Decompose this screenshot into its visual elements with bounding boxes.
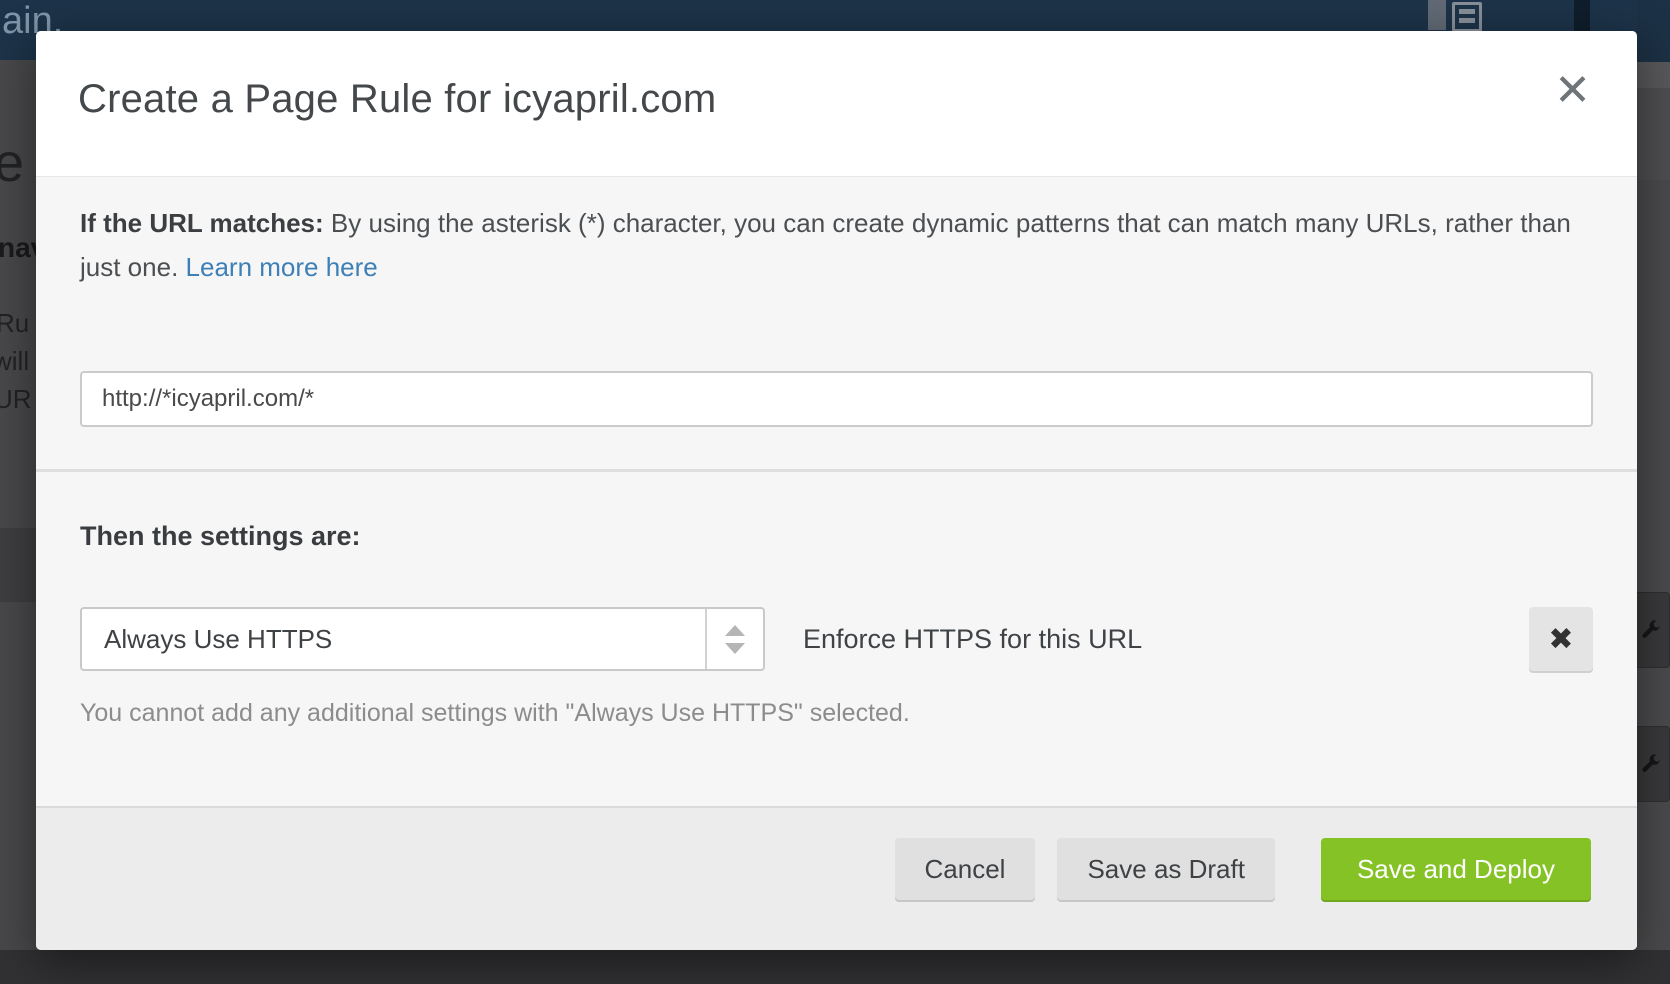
remove-setting-button[interactable]: ✖ [1529, 607, 1593, 671]
wrench-icon [1639, 618, 1663, 642]
background-header-icon [1428, 0, 1446, 30]
url-match-description: If the URL matches: By using the asteris… [80, 201, 1580, 289]
remove-icon: ✖ [1548, 622, 1573, 657]
background-nav-fragment [1637, 62, 1670, 88]
url-pattern-input[interactable] [80, 371, 1593, 427]
background-table-header-fragment [0, 528, 36, 602]
setting-helper-text: You cannot add any additional settings w… [80, 699, 910, 728]
wrench-icon [1639, 752, 1663, 776]
save-and-deploy-button[interactable]: Save and Deploy [1321, 838, 1591, 900]
background-navy-fragment [1637, 0, 1670, 62]
setting-row: Always Use HTTPS Enforce HTTPS for this … [80, 605, 1593, 673]
save-as-draft-button[interactable]: Save as Draft [1057, 838, 1275, 900]
modal-footer: Cancel Save as Draft Save and Deploy [36, 806, 1637, 950]
section-divider [36, 469, 1637, 472]
background-panel-fragment [1637, 88, 1670, 180]
background-text-fragment: UR [0, 384, 32, 415]
background-text-fragment: will [0, 346, 29, 377]
background-text-fragment: Ru [0, 308, 29, 339]
settings-heading: Then the settings are: [80, 521, 361, 552]
close-icon[interactable]: ✕ [1554, 69, 1591, 113]
setting-description: Enforce HTTPS for this URL [803, 624, 1142, 655]
setting-select-value: Always Use HTTPS [82, 624, 705, 655]
background-text-fragment: nav [0, 232, 36, 264]
modal-body: If the URL matches: By using the asteris… [36, 176, 1637, 806]
modal-header: Create a Page Rule for icyapril.com ✕ [36, 31, 1637, 176]
url-match-lead: If the URL matches: [80, 208, 324, 238]
create-page-rule-modal: Create a Page Rule for icyapril.com ✕ If… [36, 31, 1637, 950]
cancel-button[interactable]: Cancel [895, 838, 1036, 900]
background-apps-icon [1452, 2, 1482, 32]
background-page-left-fragment: e nav Ru will UR [0, 60, 36, 950]
chevron-up-down-icon [705, 609, 763, 669]
learn-more-link[interactable]: Learn more here [186, 252, 378, 282]
background-page-right-fragment [1637, 0, 1670, 984]
page-title: Create a Page Rule for icyapril.com [78, 77, 716, 122]
setting-select[interactable]: Always Use HTTPS [80, 607, 765, 671]
background-bottom-fragment [0, 950, 1670, 984]
background-text-fragment: e [0, 132, 24, 194]
